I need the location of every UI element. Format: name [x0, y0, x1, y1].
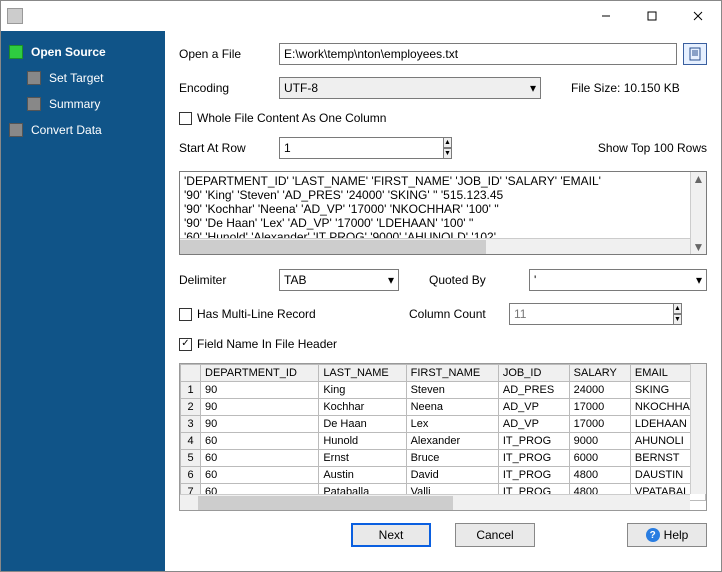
step-summary[interactable]: Summary	[27, 97, 157, 111]
whole-file-label: Whole File Content As One Column	[197, 111, 386, 125]
help-icon: ?	[646, 528, 660, 542]
table-cell[interactable]: Alexander	[406, 433, 498, 450]
grid-corner	[181, 365, 201, 382]
table-cell[interactable]: IT_PROG	[498, 450, 569, 467]
file-path-input[interactable]	[279, 43, 677, 65]
close-button[interactable]	[675, 1, 721, 31]
quoted-by-label: Quoted By	[429, 273, 529, 287]
spinner-down-icon[interactable]: ▼	[443, 148, 452, 159]
table-cell[interactable]: 60	[201, 433, 319, 450]
chevron-down-icon: ▾	[696, 273, 702, 287]
start-row-input[interactable]	[279, 137, 443, 159]
column-header[interactable]: SALARY	[569, 365, 630, 382]
wizard-sidebar: Open Source Set Target Summary Convert D…	[1, 31, 165, 571]
table-cell[interactable]: 17000	[569, 399, 630, 416]
open-file-label: Open a File	[179, 47, 279, 61]
column-count-label: Column Count	[409, 307, 509, 321]
table-cell[interactable]: Kochhar	[319, 399, 406, 416]
table-cell[interactable]: Lex	[406, 416, 498, 433]
table-row[interactable]: 460HunoldAlexanderIT_PROG9000AHUNOLI	[181, 433, 706, 450]
start-row-spinner[interactable]: ▲▼	[279, 137, 399, 159]
table-row[interactable]: 560ErnstBruceIT_PROG6000BERNST	[181, 450, 706, 467]
chevron-down-icon: ▾	[530, 81, 536, 95]
grid-vscrollbar[interactable]	[690, 364, 706, 494]
table-cell[interactable]: Austin	[319, 467, 406, 484]
delimiter-label: Delimiter	[179, 273, 279, 287]
minimize-button[interactable]	[583, 1, 629, 31]
step-convert-data[interactable]: Convert Data	[9, 123, 157, 137]
step-open-source[interactable]: Open Source	[9, 45, 157, 59]
file-size-label: File Size: 10.150 KB	[571, 81, 680, 95]
column-header[interactable]: LAST_NAME	[319, 365, 406, 382]
help-button[interactable]: ? Help	[627, 523, 707, 547]
table-cell[interactable]: AD_VP	[498, 416, 569, 433]
table-cell[interactable]: AD_PRES	[498, 382, 569, 399]
maximize-button[interactable]	[629, 1, 675, 31]
table-row[interactable]: 190KingStevenAD_PRES24000SKING	[181, 382, 706, 399]
table-cell[interactable]: Hunold	[319, 433, 406, 450]
table-cell[interactable]: IT_PROG	[498, 433, 569, 450]
content-pane: Open a File Encoding UTF-8 ▾ File Size: …	[165, 31, 721, 571]
encoding-label: Encoding	[179, 81, 279, 95]
table-cell[interactable]: 6000	[569, 450, 630, 467]
app-icon	[7, 8, 23, 24]
quoted-by-select[interactable]: '▾	[529, 269, 707, 291]
title-bar	[1, 1, 721, 31]
document-icon	[688, 47, 702, 61]
browse-file-button[interactable]	[683, 43, 707, 65]
column-header[interactable]: DEPARTMENT_ID	[201, 365, 319, 382]
column-header[interactable]: FIRST_NAME	[406, 365, 498, 382]
table-cell[interactable]: Bruce	[406, 450, 498, 467]
field-header-label: Field Name In File Header	[197, 337, 337, 351]
table-cell[interactable]: 9000	[569, 433, 630, 450]
delimiter-select[interactable]: TAB▾	[279, 269, 399, 291]
table-cell[interactable]: 60	[201, 450, 319, 467]
preview-vscrollbar[interactable]: ▲▼	[690, 172, 706, 254]
spinner-up-icon[interactable]: ▲	[443, 137, 452, 148]
grid-hscrollbar[interactable]	[180, 494, 690, 510]
table-cell[interactable]: Neena	[406, 399, 498, 416]
show-top-label: Show Top 100 Rows	[598, 141, 707, 155]
data-grid[interactable]: DEPARTMENT_IDLAST_NAMEFIRST_NAMEJOB_IDSA…	[179, 363, 707, 511]
table-cell[interactable]: Steven	[406, 382, 498, 399]
table-cell[interactable]: Ernst	[319, 450, 406, 467]
chevron-down-icon: ▾	[388, 273, 394, 287]
table-cell[interactable]: 4800	[569, 467, 630, 484]
cancel-button[interactable]: Cancel	[455, 523, 535, 547]
column-count-input[interactable]	[509, 303, 673, 325]
spinner-down-icon[interactable]: ▼	[673, 314, 682, 325]
table-cell[interactable]: David	[406, 467, 498, 484]
table-cell[interactable]: 90	[201, 399, 319, 416]
table-cell[interactable]: 17000	[569, 416, 630, 433]
table-cell[interactable]: AD_VP	[498, 399, 569, 416]
raw-preview: 'DEPARTMENT_ID' 'LAST_NAME' 'FIRST_NAME'…	[179, 171, 707, 255]
table-row[interactable]: 290KochharNeenaAD_VP17000NKOCHHA	[181, 399, 706, 416]
table-cell[interactable]: 60	[201, 467, 319, 484]
spinner-up-icon[interactable]: ▲	[673, 303, 682, 314]
multiline-label: Has Multi-Line Record	[197, 307, 316, 321]
field-header-checkbox[interactable]: ✓	[179, 338, 192, 351]
column-count-spinner[interactable]: ▲▼	[509, 303, 629, 325]
whole-file-checkbox[interactable]	[179, 112, 192, 125]
start-row-label: Start At Row	[179, 141, 279, 155]
table-row[interactable]: 660AustinDavidIT_PROG4800DAUSTIN	[181, 467, 706, 484]
table-cell[interactable]: 90	[201, 416, 319, 433]
table-cell[interactable]: IT_PROG	[498, 467, 569, 484]
multiline-checkbox[interactable]	[179, 308, 192, 321]
table-cell[interactable]: King	[319, 382, 406, 399]
next-button[interactable]: Next	[351, 523, 431, 547]
step-set-target[interactable]: Set Target	[27, 71, 157, 85]
table-row[interactable]: 390De HaanLexAD_VP17000LDEHAAN	[181, 416, 706, 433]
table-cell[interactable]: 24000	[569, 382, 630, 399]
encoding-select[interactable]: UTF-8 ▾	[279, 77, 541, 99]
table-cell[interactable]: De Haan	[319, 416, 406, 433]
preview-hscrollbar[interactable]	[180, 238, 690, 254]
table-cell[interactable]: 90	[201, 382, 319, 399]
column-header[interactable]: JOB_ID	[498, 365, 569, 382]
